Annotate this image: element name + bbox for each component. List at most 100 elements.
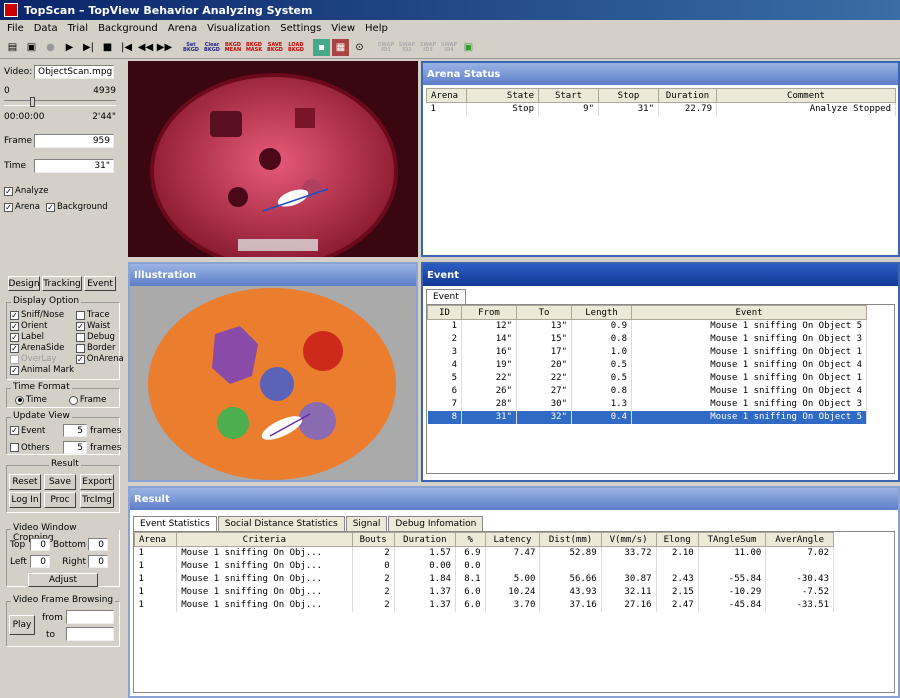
fast-forward-icon[interactable]: ▶▶ [156,39,173,56]
col-header[interactable]: V(mm/s) [600,532,657,547]
save-result-button[interactable]: Save [44,474,76,490]
col-header[interactable]: To [516,305,572,320]
event-row[interactable]: 2 14" 15" 0.8 Mouse 1 sniffing On Object 3 [427,332,867,346]
video-icon[interactable]: ▣ [23,39,40,56]
swap-id4-button[interactable]: SWAP ID4 [439,42,459,53]
menu-data[interactable]: Data [29,23,63,34]
col-header[interactable]: Comment [716,88,896,103]
frame-field[interactable]: 959 [34,134,114,148]
col-header[interactable]: Stop [598,88,659,103]
result-row[interactable]: 1 Mouse 1 sniffing On Obj... 2 1.57 6.9 7.47 5… [134,546,834,560]
col-header[interactable]: Arena [134,532,178,547]
set-bkgd-button[interactable]: Set BKGD [181,42,201,53]
update-others-frames-field[interactable]: 5 [63,441,87,454]
trcimg-button[interactable]: TrcImg [80,492,114,508]
update-event-checkbox[interactable]: ✓ Event [10,426,60,436]
menu-view[interactable]: View [326,23,360,34]
menu-file[interactable]: File [2,23,29,34]
col-header[interactable]: Criteria [176,532,353,547]
play-icon[interactable]: ▶ [61,39,78,56]
trace-checkbox[interactable]: Trace [76,310,122,320]
export-button[interactable]: Export [80,474,114,490]
overlay-checkbox[interactable]: OverLay [10,354,76,364]
update-event-frames-field[interactable]: 5 [63,424,87,437]
col-header[interactable]: TAngleSum [697,532,767,547]
border-checkbox[interactable]: Border [76,343,122,353]
arenaside-checkbox[interactable]: ✓ ArenaSide [10,343,76,353]
event-row[interactable]: 6 26" 27" 0.8 Mouse 1 sniffing On Object 4 [427,384,867,398]
design-button[interactable]: Design [8,276,40,291]
menu-background[interactable]: Background [93,23,163,34]
time-field[interactable]: 31" [34,159,114,173]
table-row[interactable]: 1 Stop 9" 31" 22.79 Analyze Stopped [426,102,896,116]
time-radio[interactable]: Time [15,395,47,405]
col-header[interactable]: ID [427,305,462,320]
sniff-nose-checkbox[interactable]: ✓ Sniff/Nose [10,310,76,320]
crop-left-field[interactable]: 0 [30,555,50,568]
bkgd-mean-button[interactable]: BKGD MEAN [223,42,243,53]
swap-id1-button[interactable]: SWAP ID1 [376,42,396,53]
result-row[interactable]: 1 Mouse 1 sniffing On Obj... 0 0.00 0.0 [134,559,834,573]
update-others-checkbox[interactable]: Others [10,443,60,453]
col-header[interactable]: Start [538,88,599,103]
save-bkgd-button[interactable]: SAVE BKGD [265,42,285,53]
load-bkgd-button[interactable]: LOAD BKGD [286,42,306,53]
frame-slider[interactable] [4,97,116,107]
menu-help[interactable]: Help [360,23,393,34]
col-header[interactable]: Duration [393,532,456,547]
step-back-icon[interactable]: |◀ [118,39,135,56]
event-row[interactable]: 1 12" 13" 0.9 Mouse 1 sniffing On Object 5 [427,319,867,333]
image-icon[interactable]: ▪ [313,39,330,56]
col-header[interactable]: Bouts [351,532,395,547]
record-icon[interactable]: ● [42,39,59,56]
menu-trial[interactable]: Trial [63,23,93,34]
menu-arena[interactable]: Arena [163,23,202,34]
step-forward-icon[interactable]: ▶| [80,39,97,56]
tab-event[interactable]: Event [426,289,466,304]
col-header[interactable]: Arena [426,88,467,103]
event-row[interactable]: 3 16" 17" 1.0 Mouse 1 sniffing On Object 1 [427,345,867,359]
col-header[interactable]: From [461,305,517,320]
col-header[interactable]: Duration [658,88,717,103]
event-row[interactable]: 5 22" 22" 0.5 Mouse 1 sniffing On Object 1 [427,371,867,385]
tab-signal[interactable]: Signal [345,516,388,531]
waist-checkbox[interactable]: ✓ Waist [76,321,122,331]
adjust-button[interactable]: Adjust [28,573,98,587]
result-row[interactable]: 1 Mouse 1 sniffing On Obj... 2 1.84 8.1 5.00 5… [134,572,834,586]
to-field[interactable] [66,627,114,641]
debug-checkbox[interactable]: Debug [76,332,122,342]
col-header[interactable]: State [466,88,539,103]
background-checkbox[interactable]: ✓ Background [45,202,108,212]
animal-mark-checkbox[interactable]: ✓ Animal Mark [10,365,76,375]
open-files-icon[interactable]: ▤ [4,39,21,56]
video-file-field[interactable]: ObjectScan.mpg [34,65,114,79]
result-row[interactable]: 1 Mouse 1 sniffing On Obj... 2 1.37 6.0 10.24… [134,585,834,599]
arena-checkbox[interactable]: ✓ Arena [4,202,40,212]
tab-social-distance-statistics[interactable]: Social Distance Statistics [217,516,345,531]
crop-bottom-field[interactable]: 0 [88,538,108,551]
crop-top-field[interactable]: 0 [30,538,50,551]
onarena-checkbox[interactable]: ✓ OnArena [76,354,124,364]
event-row[interactable]: 7 28" 30" 1.3 Mouse 1 sniffing On Object 3 [427,397,867,411]
event-row[interactable]: 8 31" 32" 0.4 Mouse 1 sniffing On Object 5 [427,410,867,424]
col-header[interactable]: Elong [655,532,699,547]
from-field[interactable] [66,610,114,624]
tab-event-statistics[interactable]: Event Statistics [133,516,217,531]
col-header[interactable]: Event [631,305,867,320]
play-button[interactable]: Play [9,615,35,635]
event-row[interactable]: 4 19" 20" 0.5 Mouse 1 sniffing On Object 4 [427,358,867,372]
slider-thumb[interactable] [30,97,35,107]
menu-settings[interactable]: Settings [275,23,326,34]
col-header[interactable]: AverAngle [765,532,834,547]
rewind-icon[interactable]: ◀◀ [137,39,154,56]
menu-visualization[interactable]: Visualization [202,23,275,34]
stop-icon[interactable]: ■ [99,39,116,56]
event-button[interactable]: Event [84,276,116,291]
swap-id3-button[interactable]: SWAP ID3 [418,42,438,53]
col-header[interactable]: Latency [484,532,541,547]
bkgd-mask-button[interactable]: BKGD MASK [244,42,264,53]
col-header[interactable]: Dist(mm) [539,532,602,547]
swap-id2-button[interactable]: SWAP ID2 [397,42,417,53]
col-header[interactable]: % [454,532,486,547]
label-checkbox[interactable]: ✓ Label [10,332,76,342]
